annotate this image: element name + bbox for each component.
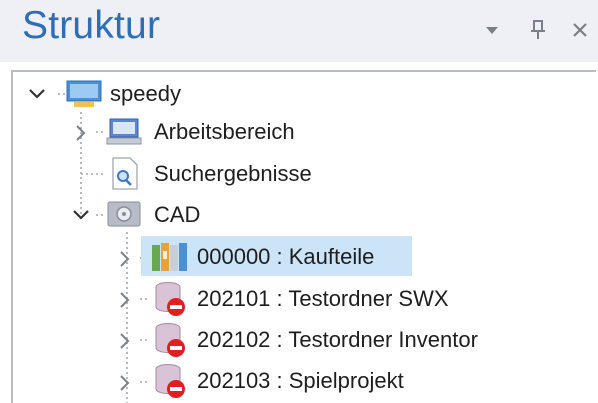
collapsed-chevron-icon[interactable] xyxy=(118,291,132,309)
database-blocked-icon xyxy=(155,282,185,316)
expand-chevron-icon[interactable] xyxy=(72,207,90,223)
tree-node-label: Arbeitsbereich xyxy=(154,119,295,144)
search-results-icon xyxy=(112,157,138,190)
tree-node-kaufteile[interactable]: 000000 : Kaufteile xyxy=(193,240,378,274)
binders-icon xyxy=(152,243,187,271)
database-blocked-icon xyxy=(155,323,185,357)
drive-icon xyxy=(107,201,141,227)
tree-node-inventor[interactable]: 202102 : Testordner Inventor xyxy=(193,323,482,357)
tree-node-label: 000000 : Kaufteile xyxy=(197,244,375,269)
collapsed-chevron-icon[interactable] xyxy=(118,250,132,268)
tree-node-label: speedy xyxy=(110,81,181,106)
tree-node-suchergebnisse[interactable]: Suchergebnisse xyxy=(150,157,316,191)
collapsed-chevron-icon[interactable] xyxy=(118,332,132,350)
tree-node-label: 202103 : Spielprojekt xyxy=(197,368,404,393)
tree-node-label: 202101 : Testordner SWX xyxy=(197,286,449,311)
expand-chevron-icon[interactable] xyxy=(28,86,46,102)
tree-node-spielprojekt[interactable]: 202103 : Spielprojekt xyxy=(193,364,408,398)
tree-node-swx[interactable]: 202101 : Testordner SWX xyxy=(193,282,453,316)
tree-node-cad[interactable]: CAD xyxy=(150,198,204,232)
tree-node-label: 202102 : Testordner Inventor xyxy=(197,327,478,352)
tree-node-label: Suchergebnisse xyxy=(154,161,312,186)
monitor-icon xyxy=(66,80,102,107)
tree-node-speedy[interactable]: speedy xyxy=(106,77,185,111)
workspace-icon xyxy=(106,118,142,145)
tree-node-label: CAD xyxy=(154,202,201,227)
collapsed-chevron-icon[interactable] xyxy=(74,124,88,142)
collapsed-chevron-icon[interactable] xyxy=(118,374,132,392)
database-blocked-icon xyxy=(155,364,185,398)
tree-node-arbeitsbereich[interactable]: Arbeitsbereich xyxy=(150,115,299,149)
